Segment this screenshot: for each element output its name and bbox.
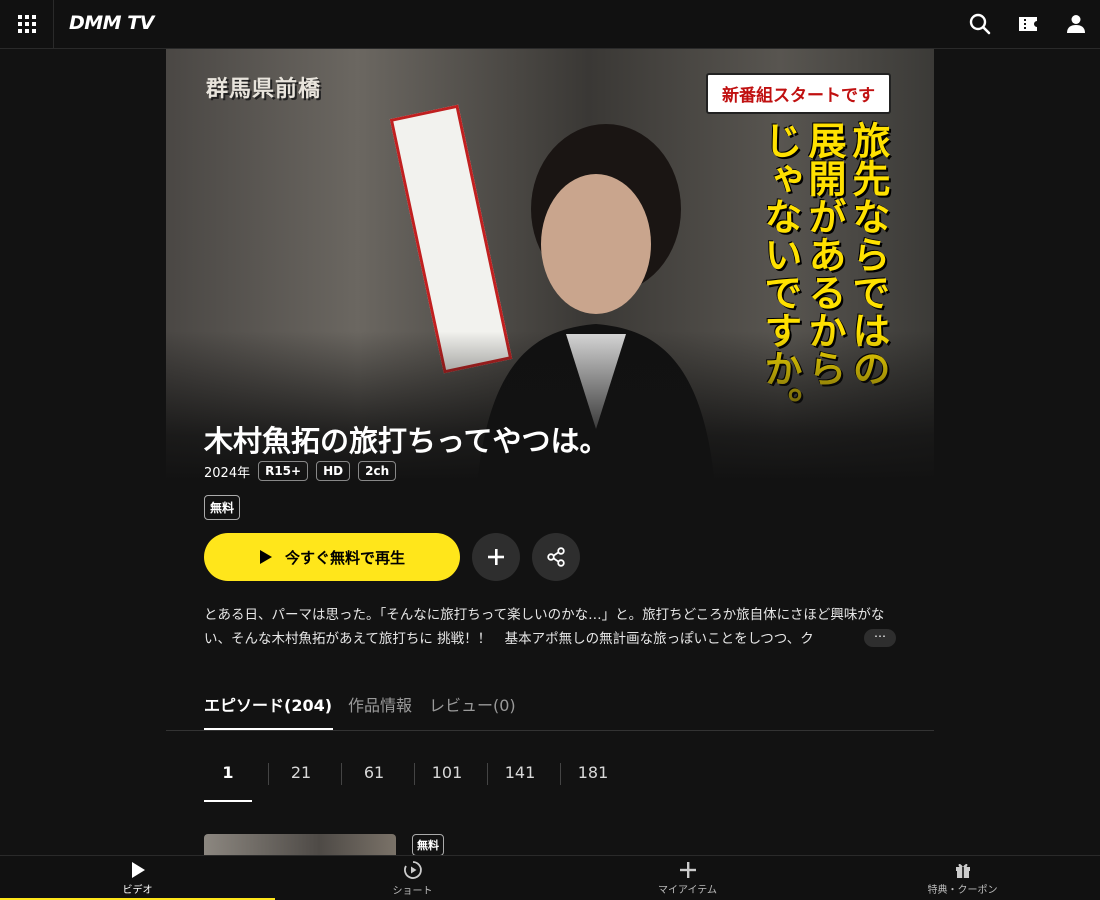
user-icon[interactable] xyxy=(1064,12,1088,36)
top-header: DMM TV xyxy=(0,0,1100,49)
rating-chip: R15+ xyxy=(258,461,309,481)
add-to-list-button[interactable] xyxy=(472,533,520,581)
show-meta: 2024年 R15+ HD 2ch xyxy=(204,461,397,481)
plus-icon xyxy=(488,549,504,565)
plus-icon xyxy=(679,862,696,878)
dmm-tv-logo[interactable]: DMM TV xyxy=(69,12,154,34)
bottom-navigation: ビデオ ショート マイアイテム 特典・クーポン xyxy=(0,855,1100,900)
description-more-button[interactable]: ⋯ xyxy=(864,629,896,647)
share-button[interactable] xyxy=(532,533,580,581)
play-now-button[interactable]: 今すぐ無料で再生 xyxy=(204,533,460,581)
free-badge: 無料 xyxy=(204,495,241,520)
episode-thumbnail[interactable] xyxy=(204,834,396,856)
content-tabs: エピソード(204) 作品情報 レビュー(0) xyxy=(166,690,934,731)
range-101[interactable]: 101 xyxy=(411,762,483,786)
tab-work-info[interactable]: 作品情報 xyxy=(348,692,412,716)
tab-reviews[interactable]: レビュー(0) xyxy=(429,692,516,716)
nav-my-items-label: マイアイテム xyxy=(658,885,717,896)
menu-button[interactable] xyxy=(0,0,54,48)
grid-menu-icon xyxy=(17,15,36,33)
audio-chip: 2ch xyxy=(358,461,397,481)
play-icon xyxy=(259,550,272,564)
range-61[interactable]: 61 xyxy=(338,762,410,786)
hero-new-show-badge: 新番組スタートです xyxy=(706,73,891,114)
search-icon[interactable] xyxy=(968,12,992,36)
nav-video[interactable]: ビデオ xyxy=(0,856,275,900)
show-title: 木村魚拓の旅打ちってやつは。 xyxy=(204,424,609,458)
share-icon xyxy=(547,547,565,567)
hero-location-text: 群馬県前橋 xyxy=(206,77,322,102)
quality-chip: HD xyxy=(316,461,351,481)
play-icon xyxy=(131,862,145,878)
active-tab-indicator xyxy=(204,728,333,730)
short-play-icon xyxy=(403,861,422,879)
ticket-icon[interactable] xyxy=(1016,12,1040,36)
nav-video-label: ビデオ xyxy=(122,885,153,896)
nav-short[interactable]: ショート xyxy=(275,856,550,900)
release-year: 2024年 xyxy=(204,465,251,481)
gift-icon xyxy=(955,863,970,878)
range-181[interactable]: 181 xyxy=(557,762,629,786)
nav-perks-coupons-label: 特典・クーポン xyxy=(927,885,998,896)
tab-episodes[interactable]: エピソード(204) xyxy=(204,692,332,716)
range-141[interactable]: 141 xyxy=(484,762,556,786)
nav-my-items[interactable]: マイアイテム xyxy=(550,856,825,900)
range-1[interactable]: 1 xyxy=(192,762,264,786)
active-range-indicator xyxy=(204,800,252,802)
episode-range-selector: 1 21 61 101 141 181 xyxy=(204,762,644,802)
nav-perks-coupons[interactable]: 特典・クーポン xyxy=(825,856,1100,900)
show-description: とある日、パーマは思った。「そんなに旅打ちって楽しいのかな…」と。旅打ちどころか… xyxy=(204,607,885,647)
episode-free-badge: 無料 xyxy=(412,834,444,856)
nav-short-label: ショート xyxy=(392,886,433,897)
hero-key-visual: 群馬県前橋 新番組スタートです 旅先ならではの 展開があるから じゃないですか。 xyxy=(166,49,934,481)
range-21[interactable]: 21 xyxy=(265,762,337,786)
play-now-label: 今すぐ無料で再生 xyxy=(284,548,405,567)
